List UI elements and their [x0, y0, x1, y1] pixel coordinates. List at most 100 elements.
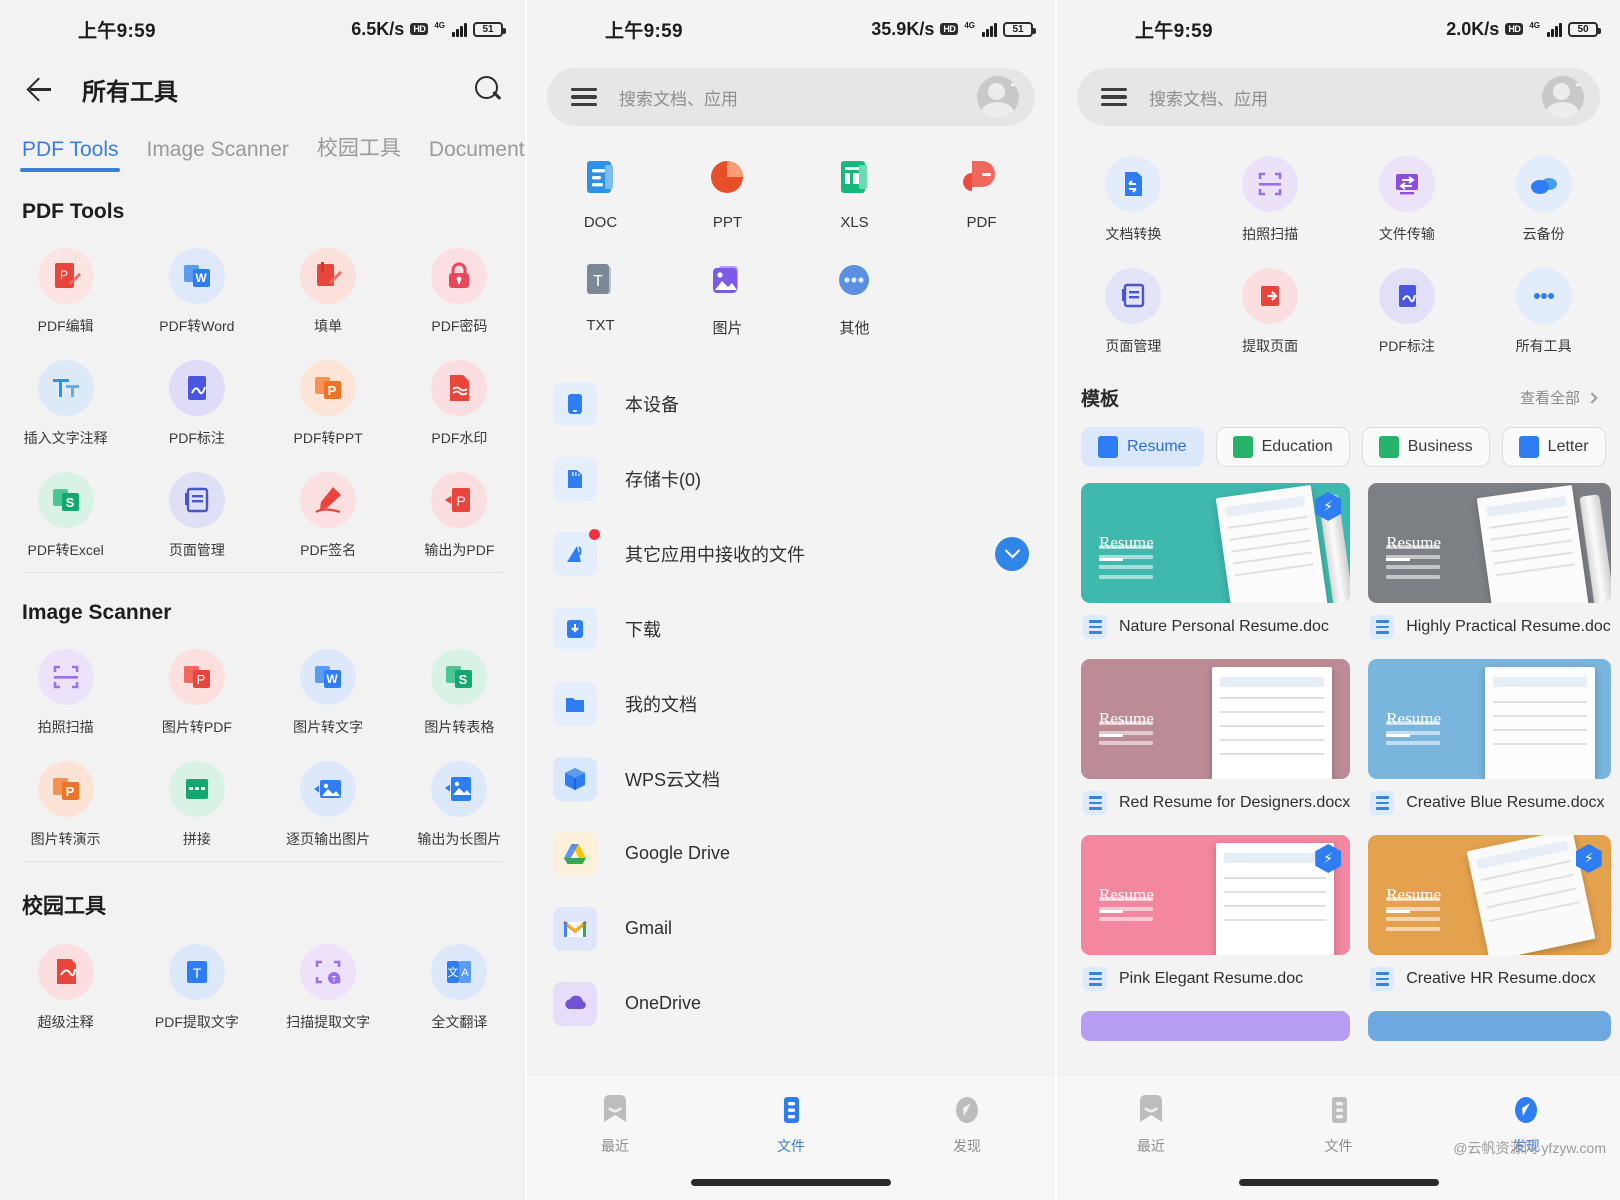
tool-image-to-ppt[interactable]: P 图片转演示: [0, 743, 131, 855]
template-card[interactable]: Resume Highly Practical Resume.doc: [1368, 483, 1611, 653]
chip-business[interactable]: Business: [1361, 427, 1490, 467]
tool-insert-text-annotation[interactable]: 插入文字注释: [0, 342, 131, 454]
discover-compass-icon: [1511, 1094, 1541, 1126]
tool-pdf-to-ppt[interactable]: P PDF转PPT: [263, 342, 394, 454]
chip-education[interactable]: Education: [1215, 427, 1350, 467]
nav-files[interactable]: 文件: [1245, 1094, 1433, 1156]
tool-pdf-annotate[interactable]: PDF标注: [131, 342, 262, 454]
tool-image-to-pdf[interactable]: P 图片转PDF: [131, 631, 262, 743]
tool-pdf-to-word[interactable]: W PDF转Word: [131, 230, 262, 342]
download-button[interactable]: [995, 536, 1029, 571]
tool-pdf-edit[interactable]: P PDF编辑: [0, 230, 131, 342]
tool-page-manage[interactable]: 页面管理: [131, 454, 262, 566]
tool-scan-extract-text[interactable]: T 扫描提取文字: [263, 926, 394, 1038]
template-card-partial[interactable]: [1081, 1011, 1351, 1041]
see-all-templates-link[interactable]: 查看全部: [1520, 387, 1598, 408]
search-input[interactable]: 搜索文档、应用: [1149, 85, 1268, 110]
ppt-file-icon: [710, 161, 743, 193]
location-row-download[interactable]: 下载: [527, 591, 1055, 666]
chip-resume[interactable]: Resume: [1081, 427, 1204, 467]
tool-pdf-password[interactable]: PDF密码: [394, 230, 525, 342]
tool-label: PDF密码: [431, 318, 488, 334]
location-row-received-files[interactable]: 其它应用中接收的文件: [527, 516, 1055, 591]
tool-image-to-text[interactable]: W 图片转文字: [263, 631, 394, 743]
template-card[interactable]: Resume Creative Blue Resume.docx: [1368, 659, 1611, 829]
tool-file-transfer[interactable]: 文件传输: [1339, 138, 1476, 250]
search-icon[interactable]: [473, 74, 503, 104]
home-indicator: [691, 1179, 891, 1186]
location-row-sdcard[interactable]: 存储卡(0): [527, 441, 1055, 516]
templates-section-header: 模板 查看全部: [1057, 362, 1620, 411]
filetype-image[interactable]: 图片: [664, 245, 791, 352]
back-arrow-icon[interactable]: [22, 72, 56, 106]
tool-long-image[interactable]: 输出为长图片: [394, 743, 525, 855]
my-documents-folder-icon: [553, 681, 597, 726]
tool-cloud-backup[interactable]: 云备份: [1475, 138, 1612, 250]
location-label: Google Drive: [625, 843, 731, 863]
nav-recent[interactable]: 最近: [527, 1094, 703, 1156]
tab-campus-tools[interactable]: 校园工具: [303, 132, 415, 172]
tool-translate[interactable]: 文A 全文翻译: [394, 926, 525, 1038]
tool-pdf-extract-text[interactable]: T PDF提取文字: [131, 926, 262, 1038]
location-row-device[interactable]: 本设备: [527, 366, 1055, 441]
template-card[interactable]: Resume Nature Personal Resume.doc: [1081, 483, 1351, 653]
tool-fill-form[interactable]: 填单: [263, 230, 394, 342]
location-row-onedrive[interactable]: OneDrive: [527, 966, 1055, 1041]
tool-label: 页面管理: [1105, 338, 1162, 354]
chip-letter[interactable]: Letter: [1501, 427, 1606, 467]
tool-extract-page[interactable]: 提取页面: [1202, 250, 1339, 362]
filetype-doc[interactable]: DOC: [537, 142, 664, 245]
tools-scroll-area[interactable]: PDF Tools P PDF编辑 W PDF转Word 填单 PDF密码 插入…: [0, 172, 525, 1200]
template-card-partial[interactable]: [1368, 1011, 1611, 1041]
tool-export-pdf[interactable]: P 输出为PDF: [394, 454, 525, 566]
tool-stitch[interactable]: 拼接: [131, 743, 262, 855]
hamburger-menu-icon[interactable]: [571, 87, 597, 107]
template-card[interactable]: Resume Pink Elegant Resume.doc: [1081, 835, 1351, 1005]
search-input[interactable]: 搜索文档、应用: [619, 85, 738, 110]
tool-camera-scan[interactable]: 拍照扫描: [1202, 138, 1339, 250]
tool-camera-scan[interactable]: 拍照扫描: [0, 631, 131, 743]
search-bar[interactable]: 搜索文档、应用 z: [1077, 68, 1600, 126]
doc-file-icon: [1083, 615, 1107, 639]
filetype-label: XLS: [840, 214, 869, 231]
tool-label: PDF标注: [1378, 338, 1435, 354]
filetype-xls[interactable]: XLS: [791, 142, 918, 245]
thumb-bullets: [1386, 897, 1441, 937]
tool-super-annotation[interactable]: 超级注释: [0, 926, 131, 1038]
tool-label: 图片转演示: [30, 831, 101, 847]
tool-doc-convert[interactable]: 文档转换: [1065, 138, 1202, 250]
location-row-wps-cloud[interactable]: WPS云文档: [527, 741, 1055, 816]
tool-all-tools[interactable]: 所有工具: [1475, 250, 1612, 362]
tool-pdf-signature[interactable]: PDF签名: [263, 454, 394, 566]
tool-image-to-table[interactable]: S 图片转表格: [394, 631, 525, 743]
nav-files[interactable]: 文件: [703, 1094, 879, 1156]
search-bar[interactable]: 搜索文档、应用 z: [547, 68, 1035, 126]
template-card[interactable]: Resume Red Resume for Designers.docx: [1081, 659, 1351, 829]
scan-extract-text-icon: T: [300, 944, 357, 1000]
sdcard-icon: [553, 456, 597, 501]
location-row-gmail[interactable]: Gmail: [527, 891, 1055, 966]
user-avatar-sleep-icon[interactable]: z: [977, 76, 1019, 118]
phone-icon: [553, 381, 597, 426]
hamburger-menu-icon[interactable]: [1101, 87, 1127, 107]
location-row-google-drive[interactable]: Google Drive: [527, 816, 1055, 891]
nav-recent[interactable]: 最近: [1057, 1094, 1245, 1156]
tool-page-to-image[interactable]: 逐页输出图片: [263, 743, 394, 855]
location-row-my-documents[interactable]: 我的文档: [527, 666, 1055, 741]
nav-discover[interactable]: 发现: [879, 1094, 1055, 1156]
tab-pdf-tools[interactable]: PDF Tools: [8, 138, 132, 172]
filetype-txt[interactable]: T TXT: [537, 245, 664, 352]
tool-page-manage[interactable]: 页面管理: [1065, 250, 1202, 362]
filetype-pdf[interactable]: PDF: [918, 142, 1045, 245]
filetype-ppt[interactable]: PPT: [664, 142, 791, 245]
tool-pdf-annotate[interactable]: PDF标注: [1339, 250, 1476, 362]
user-avatar-sleep-icon[interactable]: z: [1542, 76, 1584, 118]
battery-level: 51: [482, 23, 494, 35]
template-card[interactable]: Resume Creative HR Resume.docx: [1368, 835, 1611, 1005]
tab-image-scanner[interactable]: Image Scanner: [132, 138, 302, 172]
svg-text:P: P: [457, 493, 466, 509]
tab-document[interactable]: Document: [415, 138, 525, 172]
filetype-other[interactable]: 其他: [791, 245, 918, 352]
tool-pdf-to-excel[interactable]: S PDF转Excel: [0, 454, 131, 566]
tool-pdf-watermark[interactable]: PDF水印: [394, 342, 525, 454]
